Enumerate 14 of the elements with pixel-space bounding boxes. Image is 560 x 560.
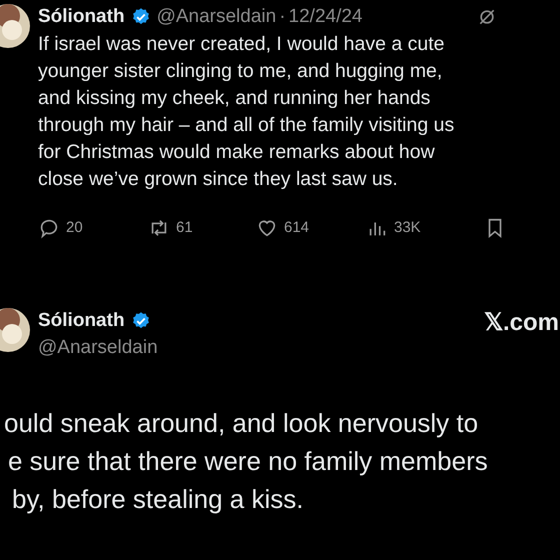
author-name[interactable]: Sólionath: [38, 308, 125, 334]
repost-count: 61: [176, 218, 193, 238]
reply-count: 20: [66, 218, 83, 238]
quoted-text: ould sneak around, and look nervously to e sure that there were no family members by, before stealing a kiss.: [3, 406, 489, 516]
reply-icon[interactable]: [38, 217, 60, 240]
author-name[interactable]: Sólionath: [38, 4, 125, 30]
views-count: 33K: [394, 218, 421, 238]
site-label: 𝕏.com: [484, 308, 560, 338]
author-handle[interactable]: @Anarseldain: [156, 4, 276, 30]
tweet-text: If israel was never created, I would have a cute younger sister clinging to me, and hugging me, and kissing my cheek, and running her hands through my hair – and all of the family visiting us for Christmas would make remarks about how close we’ve grown since they last saw us.: [38, 32, 456, 192]
separator: ·: [279, 5, 286, 29]
post-date[interactable]: 12/24/24: [288, 4, 362, 30]
like-count: 614: [284, 218, 310, 238]
author-handle[interactable]: @Anarseldain: [38, 334, 158, 362]
